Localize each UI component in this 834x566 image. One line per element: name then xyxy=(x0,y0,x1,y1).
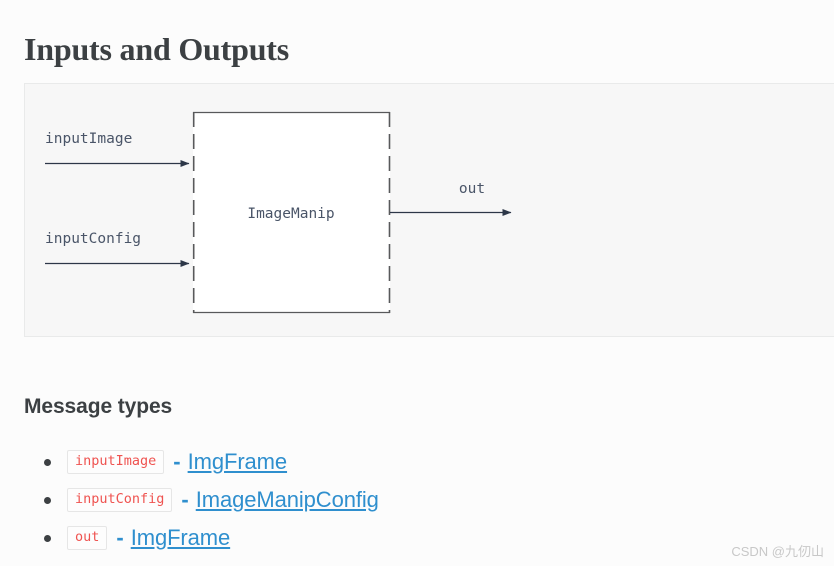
separator-dash: - xyxy=(116,525,124,550)
output-label-out: out xyxy=(459,181,485,197)
message-type-link[interactable]: ImgFrame xyxy=(131,525,231,551)
input-label-inputconfig: inputConfig xyxy=(45,231,141,247)
bullet-icon xyxy=(44,458,51,466)
imagemanip-node-label: ImageManip xyxy=(247,206,334,222)
message-name-chip: out xyxy=(67,525,108,551)
message-types-list: inputImage - ImgFrame inputConfig - Imag… xyxy=(24,443,724,557)
message-name-chip: inputConfig xyxy=(67,487,173,513)
message-name-chip: inputImage xyxy=(67,449,165,475)
csdn-watermark: CSDN @九仞山 xyxy=(731,544,824,559)
input-label-inputimage: inputImage xyxy=(45,131,132,147)
section-heading-message-types: Message types xyxy=(24,395,173,419)
bullet-icon xyxy=(44,496,51,504)
page-title: Inputs and Outputs xyxy=(24,31,289,68)
list-item: out - ImgFrame xyxy=(24,519,724,557)
bullet-icon xyxy=(44,534,51,542)
list-item: inputConfig - ImageManipConfig xyxy=(24,481,724,519)
node-diagram: ImageManip inputImage inputConfig out xyxy=(45,111,512,314)
list-item: inputImage - ImgFrame xyxy=(24,443,724,481)
diagram-panel: ImageManip inputImage inputConfig out xyxy=(24,83,834,337)
page-root: Inputs and Outputs ImageManip inputImage… xyxy=(0,0,834,566)
separator-dash: - xyxy=(173,449,181,474)
separator-dash: - xyxy=(181,487,189,512)
message-type-link[interactable]: ImgFrame xyxy=(188,449,288,475)
message-type-link[interactable]: ImageManipConfig xyxy=(196,487,379,513)
